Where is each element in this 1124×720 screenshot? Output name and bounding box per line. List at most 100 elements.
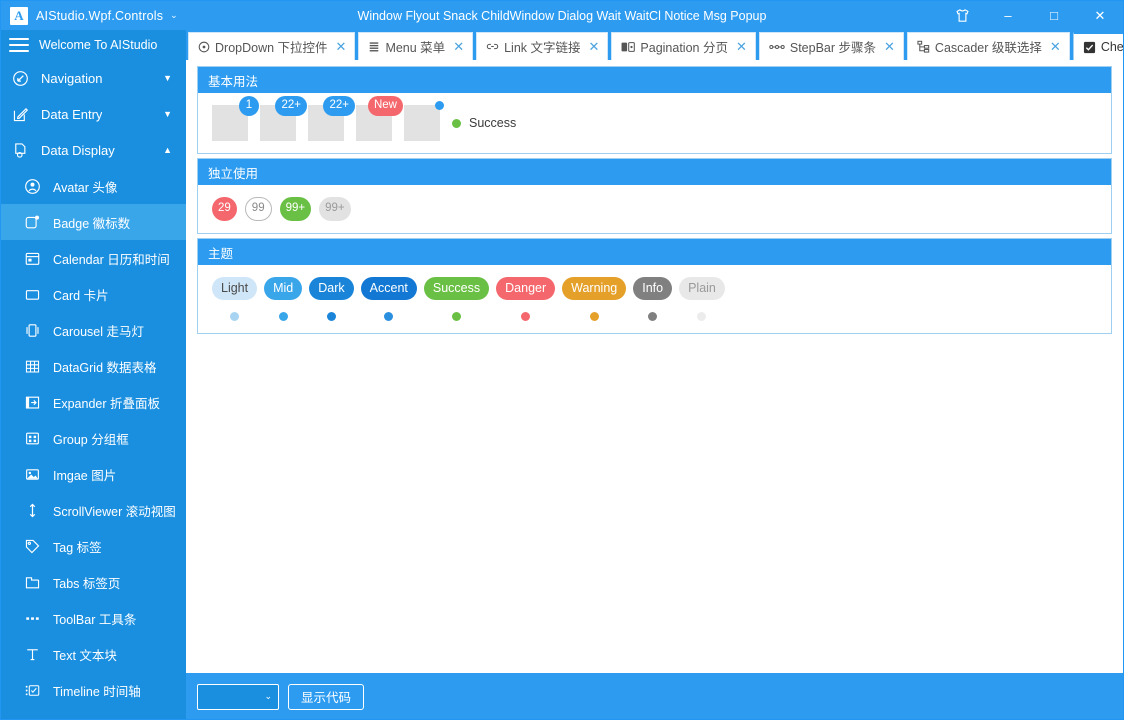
sidebar-item-card[interactable]: Card 卡片	[1, 276, 186, 312]
sidebar-item-avatar[interactable]: Avatar 头像	[1, 168, 186, 204]
tab-label: Cascader 级联选择	[934, 41, 1042, 55]
badge-host[interactable]: 22+	[308, 96, 355, 141]
chevron-down-icon[interactable]: ▼	[163, 73, 172, 83]
tab-label: Link 文字链接	[504, 41, 581, 55]
show-code-button[interactable]: 显示代码	[288, 683, 365, 710]
dropdown-icon	[198, 41, 210, 53]
maximize-button[interactable]: □	[1031, 1, 1077, 30]
sidebar-item-datagrid[interactable]: DataGrid 数据表格	[1, 348, 186, 384]
title-menu-labels[interactable]: Window Flyout Snack ChildWindow Dialog W…	[358, 9, 767, 23]
sidebar-group-navigation[interactable]: Navigation ▼	[1, 60, 186, 96]
tab-menu[interactable]: Menu 菜单 ✕	[358, 32, 474, 60]
timeline-icon	[21, 679, 43, 701]
close-icon[interactable]: ✕	[336, 40, 347, 53]
sidebar-item-tag[interactable]: Tag 标签	[1, 528, 186, 564]
badge-host[interactable]: 1	[212, 96, 259, 141]
image-icon	[21, 463, 43, 485]
close-icon[interactable]: ✕	[736, 40, 747, 53]
sidebar-item-tree[interactable]: Tree 树形控件	[1, 708, 186, 719]
tab-label: Pagination 分页	[640, 41, 728, 55]
carousel-icon	[21, 319, 43, 341]
sidebar-item-label: Tag 标签	[53, 540, 102, 555]
sidebar-item-calendar[interactable]: Calendar 日历和时间	[1, 240, 186, 276]
sidebar-item-label: ToolBar 工具条	[53, 612, 137, 627]
sidebar-item-timeline[interactable]: Timeline 时间轴	[1, 672, 186, 708]
close-icon[interactable]: ✕	[1050, 40, 1061, 53]
sidebar-item-label: Imgae 图片	[53, 468, 117, 483]
minimize-button[interactable]: –	[985, 1, 1031, 30]
close-icon[interactable]: ✕	[453, 40, 464, 53]
sidebar-item-carousel[interactable]: Carousel 走马灯	[1, 312, 186, 348]
tshirt-icon[interactable]	[939, 1, 985, 30]
tab-cascader[interactable]: Cascader 级联选择 ✕	[906, 32, 1070, 60]
tab-strip: DropDown 下拉控件 ✕ Menu 菜单 ✕ Link 文字链接 ✕ Pa…	[186, 30, 1123, 60]
sidebar-item-badge[interactable]: Badge 徽标数	[1, 204, 186, 240]
sidebar-group-data-display[interactable]: Data Display ▲	[1, 132, 186, 168]
badge-dot	[435, 101, 444, 110]
sidebar-item-scrollviewer[interactable]: ScrollViewer 滚动视图	[1, 492, 186, 528]
theme-badge: Dark	[309, 277, 354, 300]
theme-badge: Warning	[562, 277, 627, 300]
code-language-select[interactable]: ⌄	[197, 683, 279, 710]
sidebar-item-label: Card 卡片	[53, 288, 109, 303]
badge-count: 1	[239, 96, 259, 116]
standalone-badge: 99	[244, 197, 272, 221]
sidebar-item-expander[interactable]: Expander 折叠面板	[1, 384, 186, 420]
sidebar-item-label: Expander 折叠面板	[53, 396, 160, 411]
chevron-up-icon[interactable]: ▲	[163, 145, 172, 155]
sidebar-item-image[interactable]: Imgae 图片	[1, 456, 186, 492]
sidebar-group-label: Data Entry	[41, 106, 103, 122]
theme-badge: Mid	[264, 277, 303, 300]
tab-link[interactable]: Link 文字链接 ✕	[476, 32, 609, 60]
theme-badge: Accent	[360, 277, 417, 300]
badge-text: New	[367, 96, 403, 116]
theme-badge: Success	[423, 277, 490, 300]
tab-label: Checkl	[1100, 40, 1123, 54]
sidebar-item-group[interactable]: Group 分组框	[1, 420, 186, 456]
link-icon	[486, 40, 499, 53]
sidebar-item-tabs[interactable]: Tabs 标签页	[1, 564, 186, 600]
theme-dot	[648, 312, 658, 321]
hamburger-menu-icon[interactable]	[9, 38, 29, 52]
section-title: 主题	[208, 246, 234, 261]
badge-host[interactable]: New	[356, 96, 403, 141]
app-window: A AIStudio.Wpf.Controls ⌄ Window Flyout …	[0, 0, 1124, 720]
close-button[interactable]: ✕	[1077, 1, 1123, 30]
card-icon	[21, 283, 43, 305]
chevron-down-icon[interactable]: ⌄	[170, 10, 178, 21]
tab-stepbar[interactable]: StepBar 步骤条 ✕	[758, 32, 904, 60]
text-icon	[21, 643, 43, 665]
tab-dropdown[interactable]: DropDown 下拉控件 ✕	[188, 32, 356, 60]
tabs-icon	[21, 571, 43, 593]
close-icon[interactable]: ✕	[884, 40, 895, 53]
sidebar-group-data-entry[interactable]: Data Entry ▼	[1, 96, 186, 132]
close-icon[interactable]: ✕	[589, 40, 600, 53]
sidebar-item-label: Avatar 头像	[53, 180, 118, 195]
section-header: 独立使用	[198, 159, 1111, 185]
sidebar-item-label: Group 分组框	[53, 432, 129, 447]
sidebar-item-label: Timeline 时间轴	[53, 684, 141, 699]
theme-dot-cell	[633, 312, 672, 321]
badge-demo-row: 1 22+ 22+ New Success	[212, 96, 1097, 141]
sidebar-item-toolbar[interactable]: ToolBar 工具条	[1, 600, 186, 636]
badge-count: 22+	[323, 96, 355, 116]
chevron-down-icon[interactable]: ▼	[163, 109, 172, 119]
status-dot-icon	[452, 118, 461, 128]
sidebar-item-label: Carousel 走马灯	[53, 324, 144, 339]
expander-icon	[21, 391, 43, 413]
tab-checkbox[interactable]: Checkl ⌄	[1072, 32, 1123, 60]
tab-label: DropDown 下拉控件	[215, 41, 328, 55]
tab-pagination[interactable]: Pagination 分页 ✕	[611, 32, 756, 60]
section-header: 基本用法	[198, 67, 1111, 93]
section-body: Light Mid Dark Accent Success Danger Warning In…	[198, 265, 1111, 333]
badge-host[interactable]	[404, 101, 444, 141]
cascader-icon	[917, 40, 930, 53]
section-body: 1 22+ 22+ New Success	[198, 93, 1111, 153]
window-controls: – □ ✕	[939, 1, 1123, 30]
tree-icon	[21, 715, 43, 719]
sidebar-header[interactable]: Welcome To AIStudio	[1, 30, 186, 60]
sidebar-item-text[interactable]: Text 文本块	[1, 636, 186, 672]
badge-host[interactable]: 22+	[260, 96, 307, 141]
badge-icon	[21, 211, 43, 233]
theme-badge-row: Light Mid Dark Accent Success Danger Warning In…	[212, 277, 1097, 300]
